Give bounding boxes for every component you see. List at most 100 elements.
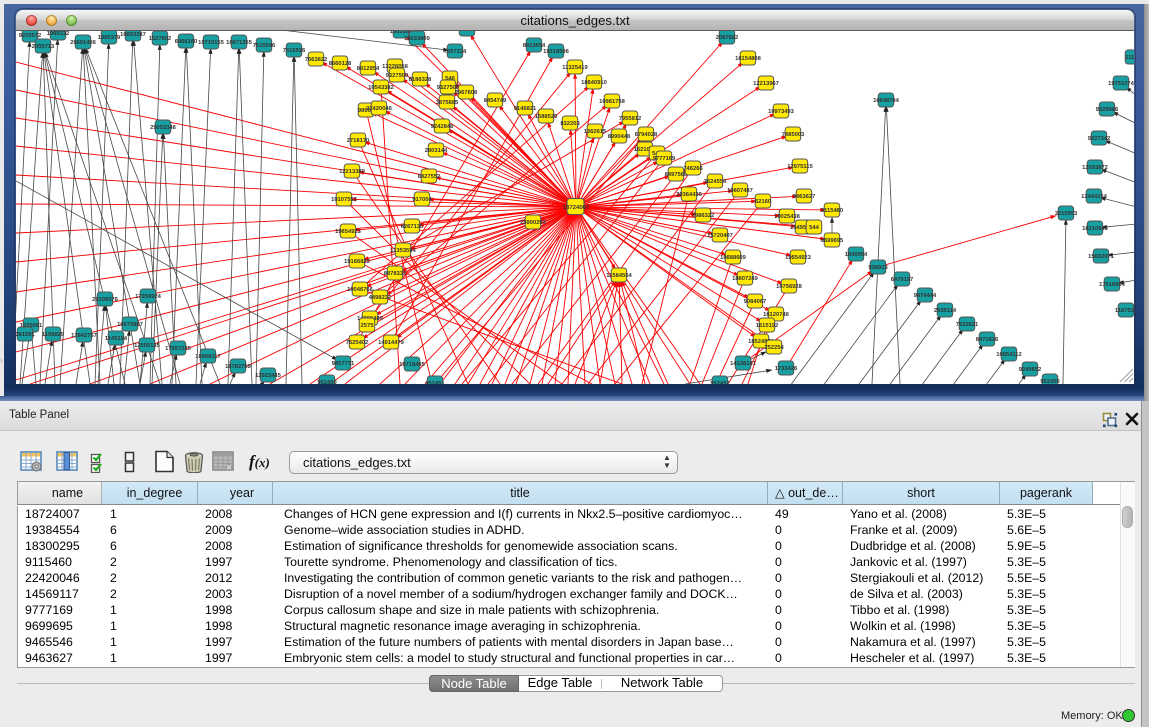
svg-text:1167534: 1167534 <box>1115 307 1134 314</box>
svg-text:18807249: 18807249 <box>732 275 759 282</box>
svg-text:2967608: 2967608 <box>455 89 478 96</box>
svg-text:10688609: 10688609 <box>720 254 747 261</box>
svg-text:10654112: 10654112 <box>996 351 1021 358</box>
svg-text:6479197: 6479197 <box>891 276 914 283</box>
svg-text:8813054: 8813054 <box>523 42 546 49</box>
svg-text:1588520: 1588520 <box>535 113 558 120</box>
svg-text:9245652: 9245652 <box>1019 366 1042 373</box>
svg-text:2803144: 2803144 <box>425 147 448 154</box>
svg-text:18640910: 18640910 <box>581 79 607 86</box>
svg-text:1065332: 1065332 <box>47 31 70 37</box>
svg-text:4498222: 4498222 <box>369 294 392 301</box>
svg-text:16033809: 16033809 <box>404 35 431 42</box>
svg-text:12444154: 12444154 <box>1081 193 1108 200</box>
svg-text:7625402: 7625402 <box>346 339 369 346</box>
svg-text:10543382: 10543382 <box>368 84 394 91</box>
svg-text:7857224: 7857224 <box>444 48 467 55</box>
svg-text:29053346: 29053346 <box>150 124 177 131</box>
svg-text:9329966: 9329966 <box>1096 106 1119 113</box>
svg-text:14914479: 14914479 <box>378 339 405 346</box>
svg-text:10975887: 10975887 <box>117 321 143 328</box>
svg-text:952450: 952450 <box>1040 378 1059 384</box>
svg-text:952451: 952451 <box>425 380 445 384</box>
svg-text:11173: 11173 <box>1125 54 1134 61</box>
svg-text:20364436: 20364436 <box>676 191 703 198</box>
svg-text:7515546: 7515546 <box>253 42 276 49</box>
svg-text:9205572: 9205572 <box>19 32 42 39</box>
svg-text:10961758: 10961758 <box>599 98 626 105</box>
svg-text:17359924: 17359924 <box>135 293 162 300</box>
svg-text:7632621: 7632621 <box>956 321 979 328</box>
svg-text:938923: 938923 <box>868 264 888 271</box>
svg-text:12505135: 12505135 <box>134 342 161 349</box>
svg-text:2575: 2575 <box>361 322 375 329</box>
svg-text:8471626: 8471626 <box>976 336 999 343</box>
svg-text:9463627: 9463627 <box>793 193 816 200</box>
svg-text:1733426: 1733426 <box>775 365 798 372</box>
svg-text:7485003: 7485003 <box>782 131 805 138</box>
svg-text:8990448: 8990448 <box>608 133 631 140</box>
svg-text:16782759: 16782759 <box>225 363 252 370</box>
svg-text:12213389: 12213389 <box>339 168 366 175</box>
svg-text:3215953: 3215953 <box>1055 210 1078 217</box>
svg-text:2935114: 2935114 <box>934 307 957 314</box>
svg-text:7663822: 7663822 <box>305 56 328 63</box>
svg-text:7986322: 7986322 <box>692 212 715 219</box>
svg-text:22420046: 22420046 <box>366 105 393 112</box>
svg-text:19718485: 19718485 <box>399 361 426 368</box>
svg-text:1615192: 1615192 <box>756 322 779 329</box>
svg-text:19751074: 19751074 <box>1108 80 1134 87</box>
svg-text:19218506: 19218506 <box>543 48 570 55</box>
svg-text:1145194: 1145194 <box>105 335 128 342</box>
svg-text:20691406: 20691406 <box>70 39 97 46</box>
svg-text:16120746: 16120746 <box>763 311 790 318</box>
svg-text:6466160: 6466160 <box>175 38 198 45</box>
svg-text:15720407: 15720407 <box>707 232 733 239</box>
svg-text:8267130: 8267130 <box>401 223 424 230</box>
svg-text:12942757: 12942757 <box>71 332 97 339</box>
svg-text:917004: 917004 <box>412 196 432 203</box>
svg-text:1527602: 1527602 <box>149 35 172 42</box>
svg-text:391591: 391591 <box>16 331 35 338</box>
svg-text:9115460: 9115460 <box>821 207 843 214</box>
svg-text:9777169: 9777169 <box>653 155 676 162</box>
svg-text:9227342: 9227342 <box>1088 135 1111 142</box>
svg-text:12093872: 12093872 <box>1082 164 1108 171</box>
svg-text:6497568: 6497568 <box>665 171 688 178</box>
svg-text:20206576: 20206576 <box>92 296 119 303</box>
svg-text:1965379: 1965379 <box>98 34 121 41</box>
svg-text:16648784: 16648784 <box>873 97 900 104</box>
svg-text:2087682: 2087682 <box>716 34 739 41</box>
svg-text:746266: 746266 <box>683 165 703 172</box>
svg-text:252254: 252254 <box>764 344 784 351</box>
svg-text:3624554: 3624554 <box>704 178 727 185</box>
svg-text:10756928: 10756928 <box>776 283 803 290</box>
svg-text:10958117: 10958117 <box>195 353 220 360</box>
svg-text:11584554: 11584554 <box>606 272 632 279</box>
svg-text:1640954: 1640954 <box>845 251 868 258</box>
svg-text:9327500: 9327500 <box>386 72 409 79</box>
svg-text:62160: 62160 <box>755 198 771 205</box>
svg-text:16154808: 16154808 <box>735 55 762 62</box>
svg-text:8660128: 8660128 <box>329 60 352 67</box>
svg-text:10025438: 10025438 <box>774 213 801 220</box>
svg-text:11325419: 11325419 <box>562 64 588 71</box>
svg-text:17016504: 17016504 <box>1099 281 1126 288</box>
svg-text:8186328: 8186328 <box>409 76 432 83</box>
svg-text:25900293: 25900293 <box>520 219 547 226</box>
svg-text:9699695: 9699695 <box>821 237 844 244</box>
svg-text:832203: 832203 <box>560 120 580 127</box>
svg-text:19166829: 19166829 <box>344 258 371 265</box>
svg-text:8912954: 8912954 <box>357 65 380 72</box>
svg-text:12975115: 12975115 <box>787 163 813 170</box>
svg-text:10107553: 10107553 <box>331 196 358 203</box>
svg-text:10671355: 10671355 <box>226 39 253 46</box>
svg-text:11353594: 11353594 <box>390 247 416 254</box>
svg-text:14136141: 14136141 <box>730 360 757 367</box>
svg-text:1156829: 1156829 <box>42 331 65 338</box>
svg-text:12923445: 12923445 <box>255 372 282 379</box>
svg-text:8454749: 8454749 <box>484 97 507 104</box>
svg-text:6794028: 6794028 <box>635 131 658 138</box>
svg-text:3875685: 3875685 <box>436 99 459 106</box>
svg-text:9474444: 9474444 <box>914 292 937 299</box>
